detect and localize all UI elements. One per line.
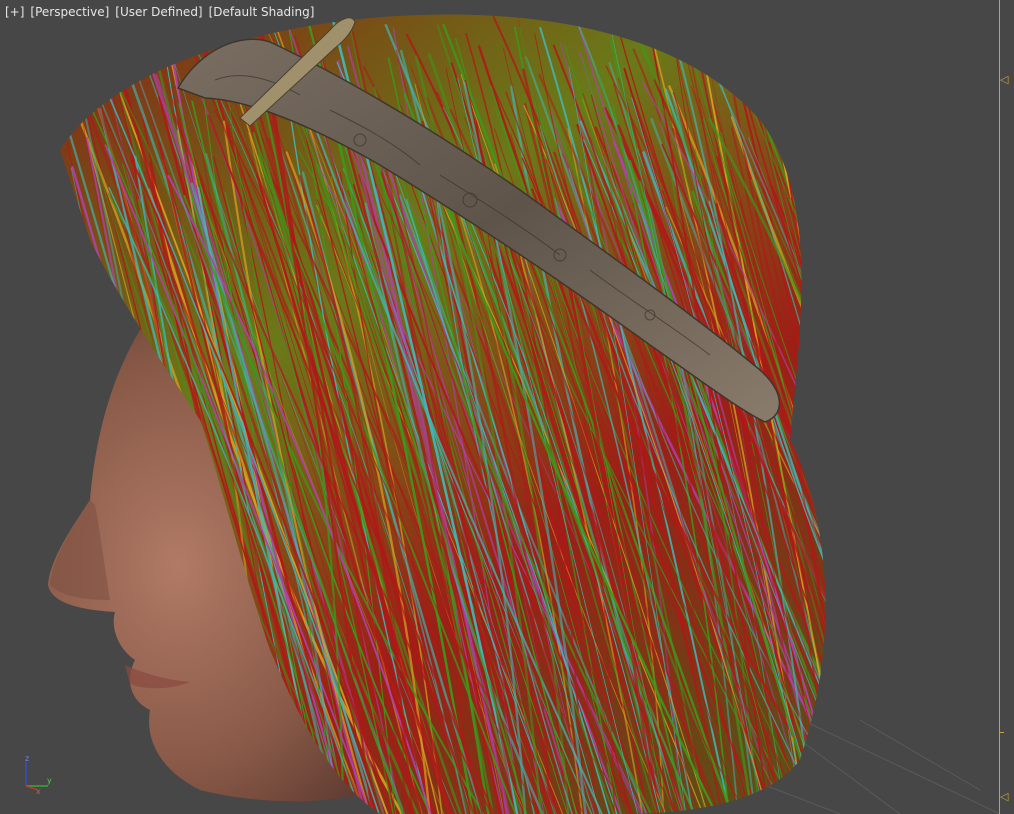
time-marker-top-icon[interactable]: ◁ xyxy=(1000,74,1012,86)
hair-strand xyxy=(789,68,826,814)
hair-strand xyxy=(791,105,826,814)
time-slider[interactable]: ◁ ◁ xyxy=(996,0,1014,814)
time-marker-bottom-icon[interactable]: ◁ xyxy=(1000,791,1012,803)
hair-strand xyxy=(789,198,826,814)
axis-z-label: z xyxy=(25,754,30,763)
time-slider-track xyxy=(999,0,1000,814)
hair-strand xyxy=(796,82,826,814)
3d-viewport[interactable]: [+] [Perspective] [User Defined] [Defaul… xyxy=(0,0,1014,814)
viewport-label-bar: [+] [Perspective] [User Defined] [Defaul… xyxy=(4,5,315,19)
hair-strand xyxy=(790,150,826,814)
axis-tripod: z y x xyxy=(20,754,60,796)
time-slider-tick xyxy=(999,732,1004,733)
viewport-shading-label[interactable]: [Default Shading] xyxy=(208,5,316,19)
axis-x-label: x xyxy=(36,787,41,796)
viewport-menu-plus[interactable]: [+] xyxy=(4,5,25,19)
scene-render[interactable] xyxy=(0,0,1014,814)
viewport-point-of-view-label[interactable]: [Perspective] xyxy=(29,5,110,19)
axis-y-label: y xyxy=(47,776,52,785)
viewport-stereo-label[interactable]: [User Defined] xyxy=(114,5,203,19)
hair-strand xyxy=(787,51,826,814)
hair-strand xyxy=(790,198,826,814)
